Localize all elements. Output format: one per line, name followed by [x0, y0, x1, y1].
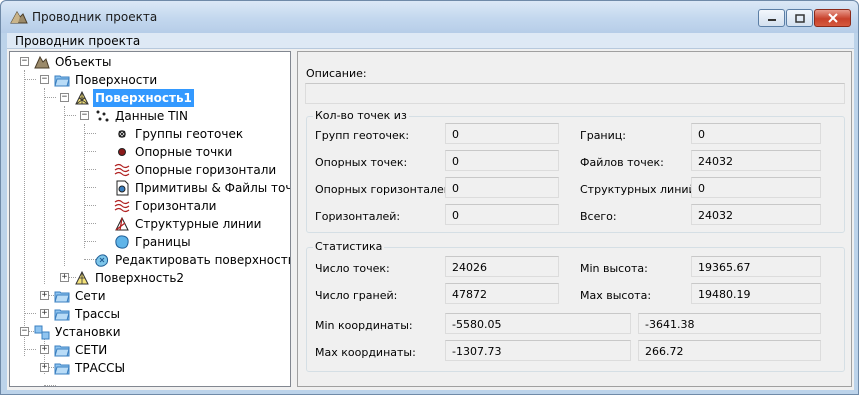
menu-bar: Проводник проекта: [7, 33, 854, 49]
point-files-value: 24032: [691, 150, 821, 171]
close-button[interactable]: [814, 9, 851, 27]
control-contours-value: 0: [445, 177, 559, 198]
breaklines-value: 0: [691, 177, 821, 198]
point-groups-label: Групп геоточек:: [315, 129, 410, 142]
point-files-label: Файлов точек:: [580, 156, 664, 169]
breaklines-label: Структурных линий: [580, 183, 696, 196]
point-group-icon: [118, 130, 126, 138]
surface-icon: [75, 270, 89, 285]
control-contours-label: Опорных горизонталей:: [315, 183, 455, 196]
folder-icon: [54, 345, 70, 357]
contours-label: Горизонталей:: [315, 210, 401, 223]
min-x-value: -5580.05: [445, 313, 631, 334]
edit-surface-icon: [95, 254, 109, 267]
title-bar[interactable]: Проводник проекта: [1, 1, 858, 33]
folder-icon: [54, 75, 70, 87]
total-value: 24032: [691, 204, 821, 225]
client-area: − − − − + + + − + + Объекты Поверхности …: [7, 49, 854, 390]
expand-settings-alignments-toggle[interactable]: +: [40, 363, 49, 372]
min-elevation-label: Min высота:: [580, 262, 648, 275]
min-coordinates-label: Min координаты:: [315, 319, 413, 332]
collapse-surfaces-toggle[interactable]: −: [40, 75, 49, 84]
settings-icon: [34, 325, 50, 340]
app-icon: [10, 10, 28, 24]
details-panel: Описание: Кол-во точек из Групп геоточек…: [297, 51, 852, 387]
max-elevation-label: Max высота:: [580, 289, 652, 302]
control-point-icon: [118, 148, 126, 156]
breakline-icon: [115, 216, 129, 231]
folder-icon: [54, 309, 70, 321]
max-coordinates-label: Max координаты:: [315, 346, 416, 359]
point-count-value: 24026: [445, 256, 559, 277]
boundaries-value: 0: [691, 123, 821, 144]
tin-data-icon: [96, 110, 109, 122]
contour-icon: [114, 163, 130, 177]
face-count-label: Число граней:: [315, 289, 398, 302]
collapse-objects-toggle[interactable]: −: [20, 57, 29, 66]
max-elevation-value: 19480.19: [691, 283, 821, 304]
collapse-tin-data-toggle[interactable]: −: [80, 111, 89, 120]
boundaries-label: Границ:: [580, 129, 626, 142]
close-icon: [827, 13, 838, 23]
expand-surface2-toggle[interactable]: +: [60, 273, 69, 282]
point-count-group-title: Кол-во точек из: [313, 109, 409, 122]
max-x-value: -1307.73: [445, 340, 631, 361]
control-points-label: Опорных точек:: [315, 156, 408, 169]
expand-alignments-toggle[interactable]: +: [40, 309, 49, 318]
point-count-label: Число точек:: [315, 262, 390, 275]
description-field: [305, 83, 845, 104]
description-label: Описание:: [306, 67, 367, 80]
contour-icon: [114, 199, 130, 213]
point-groups-value: 0: [445, 123, 559, 144]
folder-icon: [54, 291, 70, 303]
expand-settings-networks-toggle[interactable]: +: [40, 345, 49, 354]
control-points-value: 0: [445, 150, 559, 171]
face-count-value: 47872: [445, 283, 559, 304]
project-tree[interactable]: − − − − + + + − + + Объекты Поверхности …: [9, 51, 291, 387]
min-y-value: -3641.38: [638, 313, 821, 334]
point-file-icon: [116, 180, 129, 196]
min-elevation-value: 19365.67: [691, 256, 821, 277]
menu-project-explorer[interactable]: Проводник проекта: [15, 34, 140, 48]
collapse-settings-toggle[interactable]: −: [20, 327, 29, 336]
minimize-button[interactable]: [758, 9, 785, 27]
boundary-icon: [115, 235, 129, 249]
objects-icon: [34, 55, 50, 69]
max-y-value: 266.72: [638, 340, 821, 361]
maximize-icon: [794, 13, 805, 23]
total-label: Всего:: [580, 210, 617, 223]
surface-icon: [75, 90, 89, 105]
minimize-icon: [767, 19, 776, 21]
maximize-button[interactable]: [786, 9, 813, 27]
statistics-group-title: Статистика: [313, 240, 385, 253]
window-title: Проводник проекта: [32, 10, 158, 24]
project-explorer-window: Проводник проекта Проводник проекта − − …: [0, 0, 859, 395]
contours-value: 0: [445, 204, 559, 225]
expand-networks-toggle[interactable]: +: [40, 291, 49, 300]
collapse-surface1-toggle[interactable]: −: [60, 93, 69, 102]
folder-icon: [54, 363, 70, 375]
